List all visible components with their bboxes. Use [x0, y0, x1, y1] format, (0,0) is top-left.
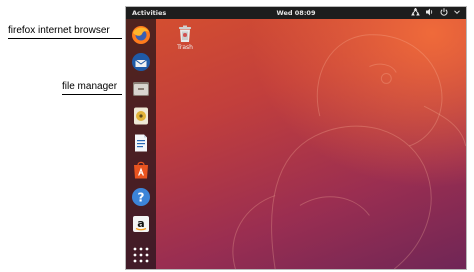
trash-label: Trash: [177, 44, 193, 51]
top-bar: Activities Wed 08:09: [126, 7, 466, 19]
dock-item-software[interactable]: [131, 160, 151, 180]
callout-firefox: firefox internet browser: [8, 25, 110, 36]
ubuntu-software-icon: [134, 161, 148, 179]
ubuntu-desktop: Activities Wed 08:09 ? a Trash: [125, 6, 467, 270]
dock-item-thunderbird[interactable]: [131, 52, 151, 72]
dock-item-rhythmbox[interactable]: [131, 106, 151, 126]
svg-text:a: a: [137, 217, 144, 230]
volume-icon: [426, 8, 434, 19]
power-icon: [440, 7, 448, 19]
dock-item-files[interactable]: [131, 79, 151, 99]
network-icon: [411, 7, 420, 19]
dock-item-amazon[interactable]: a: [131, 214, 151, 234]
callout-file-manager-underline: [62, 94, 122, 95]
dock-item-help[interactable]: ?: [131, 187, 151, 207]
show-applications-icon: [133, 247, 149, 263]
system-tray[interactable]: [411, 7, 460, 19]
callout-firefox-underline: [8, 38, 122, 39]
files-icon: [133, 82, 149, 96]
thunderbird-icon: [132, 53, 150, 71]
dock-item-show-applications[interactable]: [131, 245, 151, 265]
dock-item-writer[interactable]: [131, 133, 151, 153]
trash-icon: [179, 25, 191, 42]
callout-file-manager: file manager: [62, 81, 118, 92]
rhythmbox-icon: [134, 107, 148, 125]
svg-text:?: ?: [138, 191, 145, 205]
screenshot-stage: firefox internet browser file manager Ac…: [0, 0, 474, 272]
dock-item-firefox[interactable]: [131, 25, 151, 45]
desktop-icon-trash[interactable]: Trash: [170, 25, 200, 51]
amazon-icon: a: [133, 216, 149, 232]
chevron-down-icon: [454, 8, 460, 18]
help-icon: ?: [132, 188, 150, 206]
dock: ? a: [126, 19, 156, 269]
firefox-icon: [132, 26, 150, 44]
libreoffice-writer-icon: [135, 134, 147, 152]
